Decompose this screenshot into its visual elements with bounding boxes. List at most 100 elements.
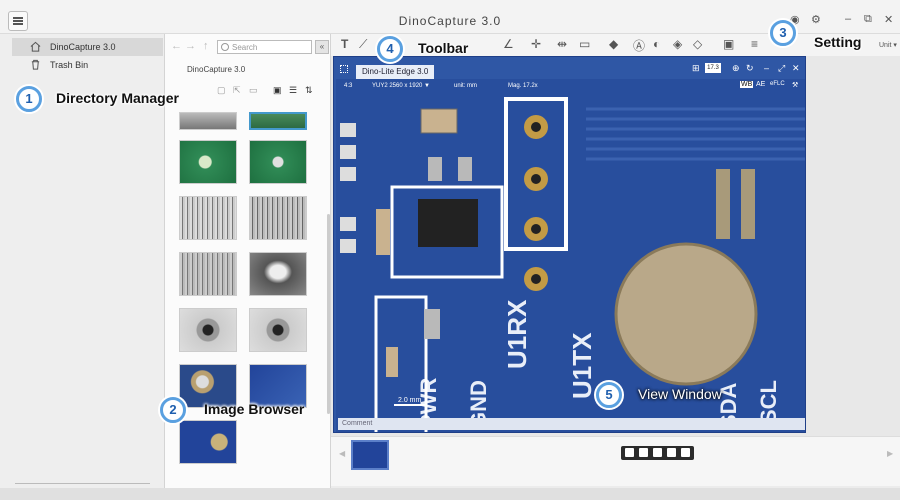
resolution-select[interactable]: YUY2 2560 x 1920 ▼ bbox=[372, 83, 430, 89]
search-icon bbox=[221, 43, 229, 51]
pcb-image: U1RX U1TX PWR GND SDA SCL bbox=[336, 79, 805, 432]
ae-button[interactable]: AE bbox=[756, 81, 765, 88]
callout-2: 2 bbox=[160, 397, 186, 423]
image-thumbnail[interactable] bbox=[249, 252, 307, 296]
timer-icon[interactable] bbox=[340, 167, 356, 181]
delete-icon[interactable]: ▭ bbox=[249, 85, 258, 96]
text-tool-icon[interactable]: T bbox=[341, 37, 348, 51]
ruler-icon[interactable]: ⊞ bbox=[692, 63, 700, 74]
video-icon[interactable] bbox=[653, 448, 662, 457]
image-thumbnail[interactable] bbox=[179, 420, 237, 464]
angle-tool-icon[interactable]: ∠ bbox=[503, 37, 514, 51]
stamp-icon[interactable]: Ⓐ bbox=[633, 37, 645, 54]
back-arrow-icon[interactable]: ← bbox=[171, 40, 182, 52]
search-input[interactable]: Search bbox=[217, 40, 312, 54]
live-view[interactable]: U1RX U1TX PWR GND SDA SCL 4:3 YUY2 2560 … bbox=[336, 79, 805, 432]
prev-arrow-icon[interactable]: ◀ bbox=[339, 449, 345, 458]
tab-camera[interactable]: Dino-Lite Edge 3.0 bbox=[356, 65, 435, 79]
refresh-icon[interactable]: ↻ bbox=[746, 63, 754, 74]
search-placeholder: Search bbox=[232, 43, 258, 52]
measure-icon[interactable]: ⇹ bbox=[557, 37, 567, 51]
status-bar bbox=[0, 488, 900, 500]
shape-icon[interactable]: ◇ bbox=[693, 37, 702, 51]
image-thumbnail[interactable] bbox=[179, 308, 237, 352]
svg-text:U1TX: U1TX bbox=[567, 332, 597, 399]
minimize-icon[interactable]: – bbox=[764, 63, 769, 73]
eflc-button[interactable]: eFLC bbox=[770, 81, 785, 87]
crosshair-icon[interactable]: ✛ bbox=[531, 37, 541, 51]
sidebar-item-trash[interactable]: Trash Bin bbox=[12, 56, 163, 74]
callout-label-5: View Window bbox=[638, 386, 722, 402]
minimize-icon[interactable]: – bbox=[845, 13, 851, 25]
export-icon[interactable]: ⇱ bbox=[233, 85, 241, 96]
callout-5: 5 bbox=[596, 382, 622, 408]
image-thumbnail[interactable] bbox=[249, 112, 307, 130]
fit-icon[interactable]: ▣ bbox=[723, 37, 734, 51]
grid-icon[interactable] bbox=[340, 65, 348, 73]
line-tool-icon[interactable]: ⟋ bbox=[359, 37, 367, 52]
expand-icon[interactable]: ⤢ bbox=[778, 63, 785, 74]
comment-field[interactable]: Comment bbox=[338, 418, 805, 430]
fill-icon[interactable]: ◆ bbox=[609, 37, 618, 51]
image-thumbnail[interactable] bbox=[179, 140, 237, 184]
magnification: Mag. 17.2x bbox=[508, 83, 538, 89]
image-thumbnail[interactable] bbox=[179, 252, 237, 296]
color-icon[interactable]: ◐ bbox=[653, 37, 660, 51]
new-folder-icon[interactable]: ▣ bbox=[273, 85, 282, 96]
title-bar: DinoCapture 3.0 ◉ ⚙ – ⧉ ✕ bbox=[0, 0, 900, 34]
forward-arrow-icon[interactable]: → bbox=[185, 40, 196, 52]
sort-icon[interactable]: ⇅ bbox=[305, 85, 313, 96]
aspect-ratio[interactable]: 4:3 bbox=[344, 83, 352, 89]
wrench-icon[interactable]: ⚒ bbox=[792, 81, 798, 89]
screen-icon[interactable] bbox=[667, 448, 676, 457]
close-icon[interactable]: ✕ bbox=[884, 13, 893, 26]
gear-icon[interactable]: ⚙ bbox=[811, 13, 821, 26]
callout-label-1: Directory Manager bbox=[56, 90, 179, 106]
image-thumbnail[interactable] bbox=[249, 308, 307, 352]
edof-icon[interactable] bbox=[340, 239, 356, 253]
image-thumbnail[interactable] bbox=[249, 140, 307, 184]
capture-strip: ◀ ▶ bbox=[331, 436, 900, 486]
video-icon[interactable] bbox=[340, 145, 356, 159]
calibrate-icon[interactable]: ▭ bbox=[579, 37, 590, 51]
photo-icon[interactable] bbox=[639, 448, 648, 457]
capture-thumbnail[interactable] bbox=[351, 440, 389, 470]
view-window: Dino-Lite Edge 3.0 ⊞ 17.3 ⊕ ↻ – ⤢ ✕ U1RX… bbox=[333, 56, 806, 433]
edr-icon[interactable] bbox=[340, 217, 356, 231]
capture-controls bbox=[621, 446, 694, 460]
marker-icon[interactable]: ◈ bbox=[673, 37, 682, 51]
scale-bar: 2.0 mm bbox=[394, 397, 426, 406]
gear-icon[interactable] bbox=[681, 448, 690, 457]
unit-select[interactable]: Unit ▾ bbox=[879, 41, 897, 49]
divider bbox=[15, 483, 150, 484]
wb-button[interactable]: WB bbox=[740, 81, 754, 88]
callout-4: 4 bbox=[377, 36, 403, 62]
home-icon bbox=[30, 41, 41, 52]
zoom-value: 17.3 bbox=[705, 63, 721, 73]
sidebar-item-label: DinoCapture 3.0 bbox=[50, 42, 116, 52]
sidebar-item-label: Trash Bin bbox=[50, 60, 89, 70]
sidebar-item-dinocapture[interactable]: DinoCapture 3.0 bbox=[12, 38, 163, 56]
image-thumbnail[interactable] bbox=[179, 196, 237, 240]
up-arrow-icon[interactable]: ↑ bbox=[203, 40, 209, 52]
next-arrow-icon[interactable]: ▶ bbox=[887, 449, 893, 458]
zoom-in-icon[interactable]: ⊕ bbox=[732, 63, 740, 74]
callout-1: 1 bbox=[16, 86, 42, 112]
image-thumbnail[interactable] bbox=[179, 112, 237, 130]
restore-icon[interactable]: ⧉ bbox=[864, 13, 872, 26]
menu-lines-icon[interactable]: ≡ bbox=[751, 37, 758, 51]
close-icon[interactable]: ✕ bbox=[792, 63, 800, 74]
new-icon[interactable]: ▢ bbox=[217, 85, 226, 96]
camera-icon[interactable] bbox=[340, 123, 356, 137]
collapse-button[interactable]: « bbox=[315, 40, 329, 54]
app-title: DinoCapture 3.0 bbox=[398, 14, 502, 28]
trash-icon bbox=[31, 59, 40, 70]
unit-text: unit: mm bbox=[454, 83, 478, 89]
callout-3: 3 bbox=[770, 20, 796, 46]
scrollbar[interactable] bbox=[327, 214, 330, 414]
image-thumbnail[interactable] bbox=[249, 196, 307, 240]
view-list-icon[interactable]: ☰ bbox=[289, 85, 297, 96]
view-window-header: Dino-Lite Edge 3.0 ⊞ 17.3 ⊕ ↻ – ⤢ ✕ bbox=[334, 57, 805, 79]
camera-icon[interactable] bbox=[625, 448, 634, 457]
callout-label-4: Toolbar bbox=[418, 40, 469, 56]
